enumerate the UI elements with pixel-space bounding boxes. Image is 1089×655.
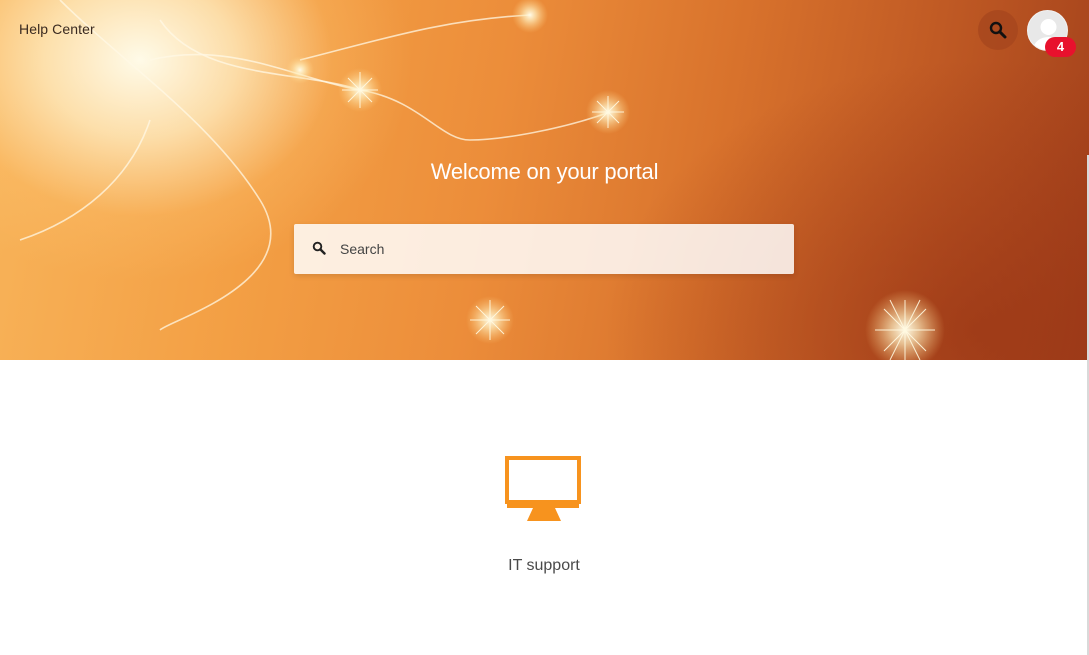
hero-banner: Help Center 4 Welcome on your portal [0, 0, 1089, 360]
notification-badge[interactable]: 4 [1045, 37, 1076, 57]
monitor-icon [505, 456, 581, 521]
header-search-button[interactable] [978, 10, 1018, 50]
hero-search-box[interactable] [294, 224, 794, 274]
brand-title[interactable]: Help Center [19, 21, 95, 37]
page-title: Welcome on your portal [430, 159, 659, 184]
category-label: IT support [508, 557, 580, 574]
search-icon [312, 241, 326, 255]
search-icon [989, 21, 1007, 39]
search-input[interactable] [340, 224, 780, 274]
category-it-support[interactable]: IT support [479, 450, 609, 585]
